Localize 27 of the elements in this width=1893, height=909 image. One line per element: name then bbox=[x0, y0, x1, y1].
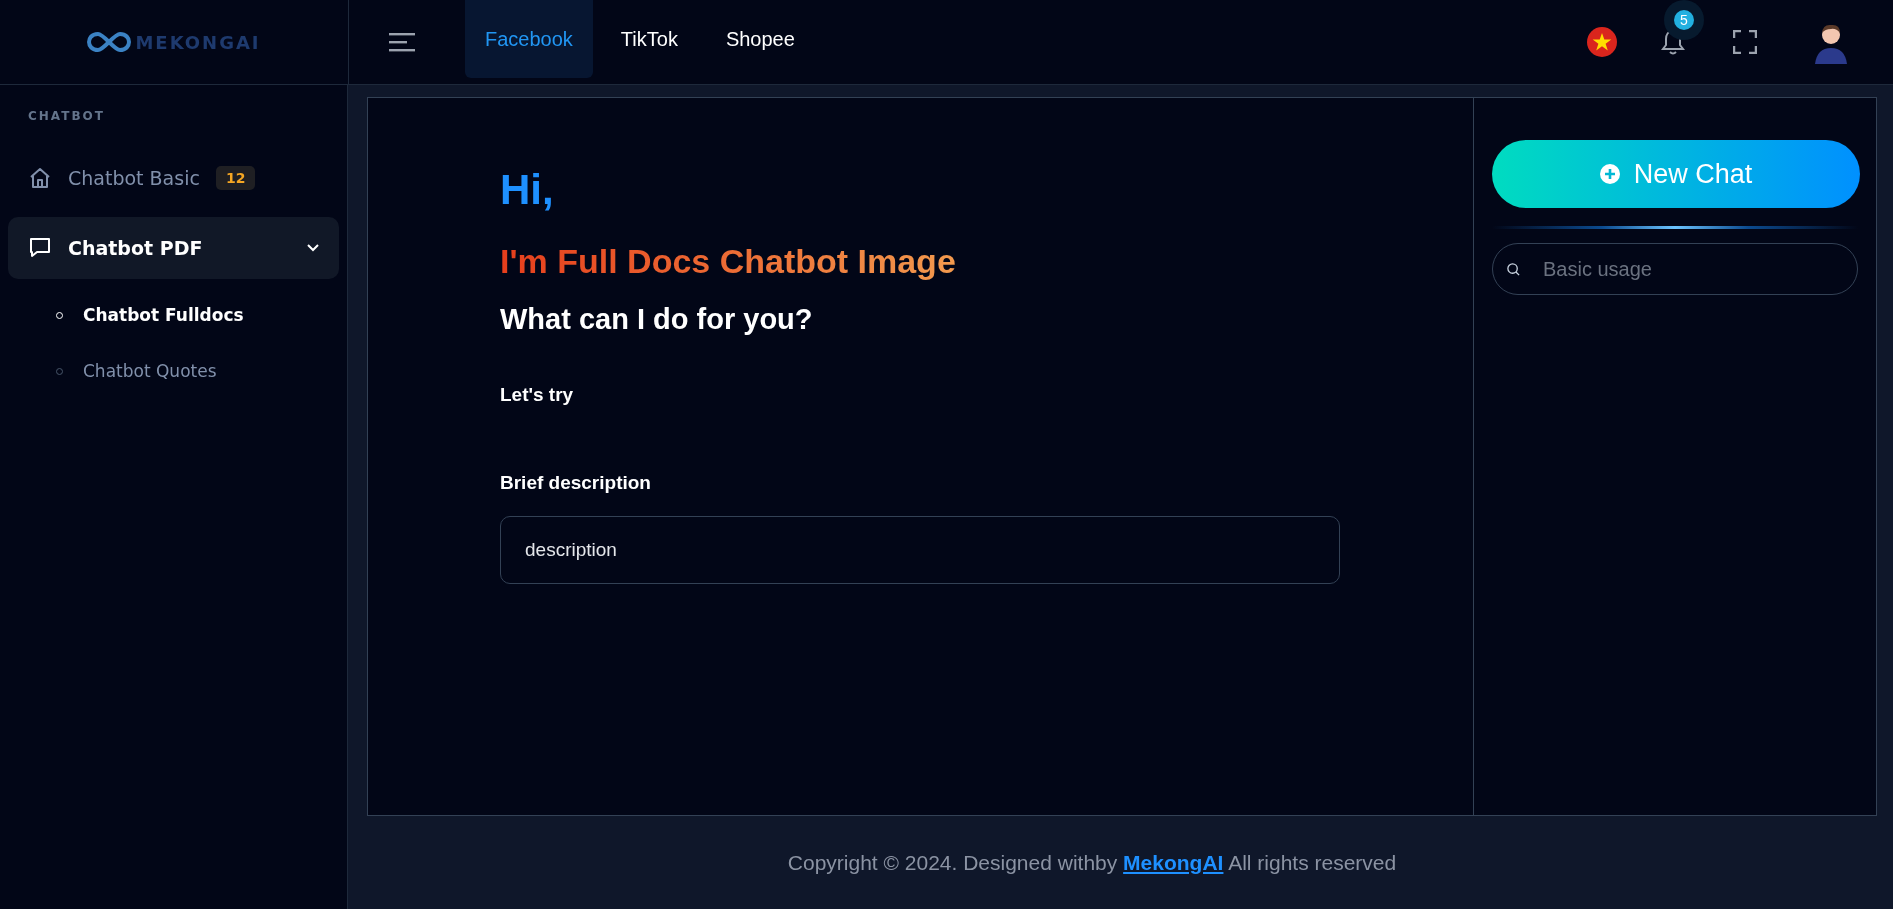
infinity-logo-icon bbox=[87, 30, 132, 54]
mekongai-link[interactable]: MekongAI bbox=[1123, 850, 1224, 874]
lets-try-label: Let's try bbox=[500, 384, 575, 406]
sidebar-item[interactable]: Chatbot PDF bbox=[8, 217, 339, 279]
platform-tab[interactable]: Shopee bbox=[705, 0, 815, 78]
sidebar-subitem[interactable]: Chatbot Quotes bbox=[8, 343, 339, 399]
sidebar-subitem[interactable]: Chatbot Fulldocs bbox=[8, 287, 339, 343]
plus-circle-icon bbox=[1599, 164, 1620, 184]
flag-icon[interactable] bbox=[1587, 27, 1617, 57]
platform-tab[interactable]: TikTok bbox=[600, 0, 698, 78]
description-label: Brief description bbox=[500, 472, 652, 494]
subtitle-heading: What can I do for you? bbox=[500, 303, 814, 336]
sidebar-item[interactable]: Chatbot Basic 12 bbox=[8, 147, 339, 209]
home-icon bbox=[28, 166, 52, 190]
count-badge: 12 bbox=[215, 166, 256, 190]
search-field[interactable]: Basic usage bbox=[1492, 243, 1858, 295]
greeting-heading: Hi, bbox=[500, 166, 555, 214]
fullscreen-icon[interactable] bbox=[1733, 30, 1757, 54]
chevron-icon bbox=[307, 244, 319, 252]
sidebar-section-label: CHATBOT bbox=[27, 109, 106, 123]
platform-tab[interactable]: Facebook bbox=[465, 0, 593, 78]
chat-icon bbox=[28, 236, 52, 260]
search-icon bbox=[1506, 262, 1521, 277]
logo-text: MEKONGAI bbox=[135, 31, 261, 53]
copyright-text: Copyright © 2024. Designed withby MekongAI All rights reserved bbox=[787, 850, 1397, 875]
menu-icon[interactable] bbox=[389, 32, 415, 52]
description-input-field[interactable]: description bbox=[500, 516, 1340, 584]
